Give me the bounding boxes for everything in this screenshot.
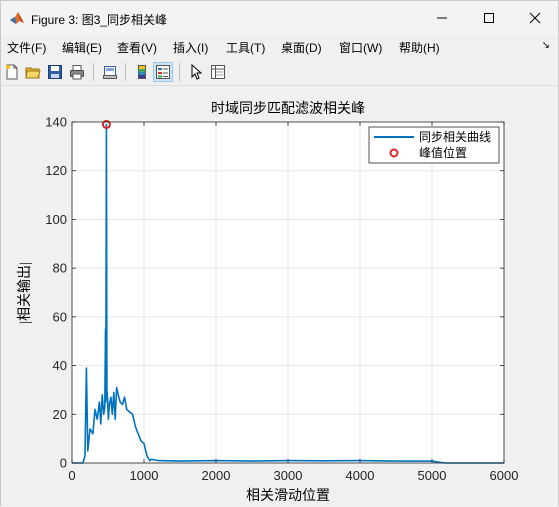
open-file-button[interactable]	[23, 62, 43, 82]
legend-icon	[156, 65, 170, 79]
chart-title: 时域同步匹配滤波相关峰	[211, 101, 365, 117]
legend-button[interactable]	[153, 62, 173, 82]
property-inspector-button[interactable]	[208, 62, 228, 82]
toolbar	[1, 59, 558, 86]
menu-bar: 文件(F) 编辑(E) 查看(V) 插入(I) 工具(T) 桌面(D) 窗口(W…	[1, 35, 558, 57]
y-tick-label: 120	[45, 163, 67, 178]
pointer-icon	[191, 64, 203, 80]
legend-entry-peak: 峰值位置	[419, 145, 467, 160]
close-icon	[529, 12, 541, 24]
toolbar-separator	[179, 63, 180, 81]
minimize-button[interactable]	[419, 1, 465, 35]
toolbar-separator	[125, 63, 126, 81]
x-tick-label: 1000	[130, 468, 159, 483]
menu-edit[interactable]: 编辑(E)	[62, 39, 102, 56]
new-file-icon	[6, 64, 18, 80]
maximize-icon	[484, 13, 494, 23]
x-tick-label: 0	[68, 468, 75, 483]
x-tick-label: 5000	[418, 468, 447, 483]
legend-entry-curve: 同步相关曲线	[419, 130, 491, 144]
y-axis-label: |相关输出|	[17, 262, 33, 324]
print-icon	[70, 65, 84, 80]
title-bar[interactable]: Figure 3: 图3_同步相关峰	[1, 1, 558, 35]
x-tick-label: 4000	[346, 468, 375, 483]
y-tick-label: 140	[45, 115, 67, 130]
menu-insert[interactable]: 插入(I)	[173, 39, 208, 56]
y-tick-label: 20	[53, 407, 67, 422]
figure-canvas[interactable]: 0 1000 2000 3000 4000 5000 6000 0 20 40 60 80 100 120…	[1, 87, 558, 507]
dock-arrow-icon[interactable]: ↘	[542, 40, 550, 51]
print-button[interactable]	[67, 62, 87, 82]
legend[interactable]: 同步相关曲线 峰值位置	[368, 126, 500, 164]
maximize-button[interactable]	[466, 1, 512, 35]
x-tick-label: 6000	[490, 468, 519, 483]
window-title: Figure 3: 图3_同步相关峰	[31, 13, 168, 27]
link-axes-icon	[103, 66, 117, 79]
y-tick-label: 40	[53, 358, 67, 373]
y-tick-label: 100	[45, 212, 67, 227]
menu-window[interactable]: 窗口(W)	[339, 39, 382, 56]
menu-help[interactable]: 帮助(H)	[399, 39, 440, 56]
y-tick-label: 60	[53, 309, 67, 324]
new-file-button[interactable]	[2, 62, 22, 82]
edit-plot-button[interactable]	[186, 62, 206, 82]
y-tick-label: 0	[60, 456, 67, 471]
matlab-logo-icon	[9, 10, 25, 26]
menu-view[interactable]: 查看(V)	[117, 39, 157, 56]
y-tick-label: 80	[53, 261, 67, 276]
close-button[interactable]	[512, 1, 558, 35]
menu-tools[interactable]: 工具(T)	[226, 39, 265, 56]
colorbar-icon	[138, 65, 146, 79]
property-inspector-icon	[211, 65, 225, 79]
colorbar-button[interactable]	[132, 62, 152, 82]
minimize-icon	[437, 17, 447, 19]
open-folder-icon	[25, 67, 41, 79]
save-icon	[48, 65, 62, 79]
save-button[interactable]	[45, 62, 65, 82]
x-tick-label: 3000	[274, 468, 303, 483]
plot-svg: 0 1000 2000 3000 4000 5000 6000 0 20 40 60 80 100 120…	[17, 101, 519, 504]
menu-desktop[interactable]: 桌面(D)	[281, 39, 322, 56]
toolbar-separator	[93, 63, 94, 81]
figure-window: Figure 3: 图3_同步相关峰 文件(F) 编辑(E) 查看(V) 插入(…	[0, 0, 559, 507]
x-axis-label: 相关滑动位置	[246, 487, 330, 504]
x-tick-label: 2000	[202, 468, 231, 483]
menu-file[interactable]: 文件(F)	[7, 39, 46, 56]
link-axes-button[interactable]	[100, 62, 120, 82]
